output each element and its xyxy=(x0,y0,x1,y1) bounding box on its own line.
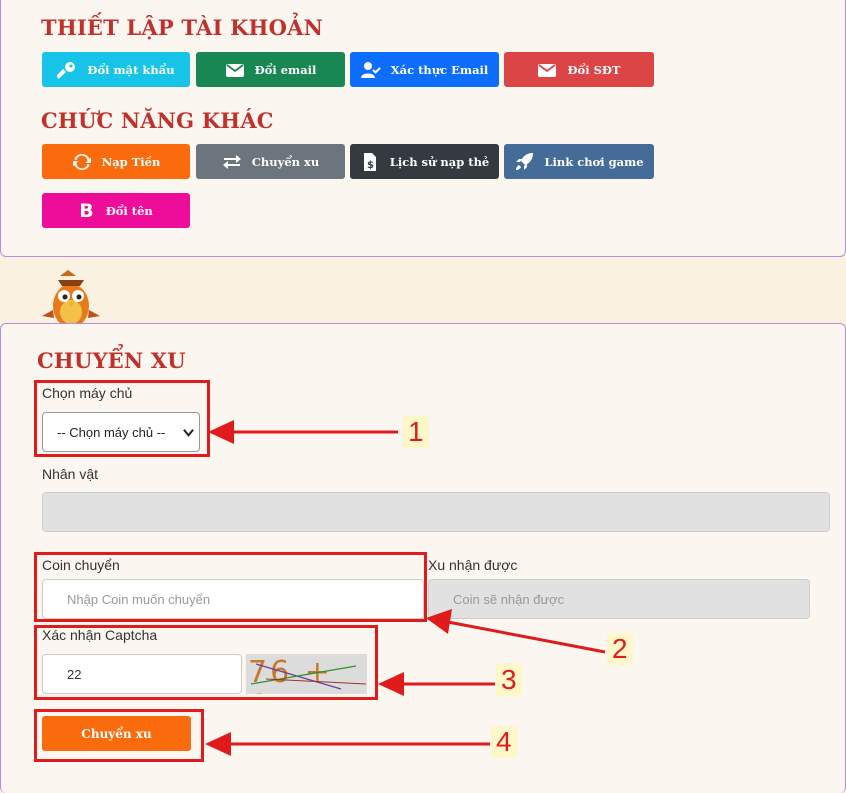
annotation-arrows xyxy=(205,420,606,756)
annotation-number-4: 4 xyxy=(491,726,517,758)
annotation-number-2: 2 xyxy=(607,633,633,665)
annotation-number-1: 1 xyxy=(403,416,429,448)
annotation-number-3: 3 xyxy=(496,664,522,696)
